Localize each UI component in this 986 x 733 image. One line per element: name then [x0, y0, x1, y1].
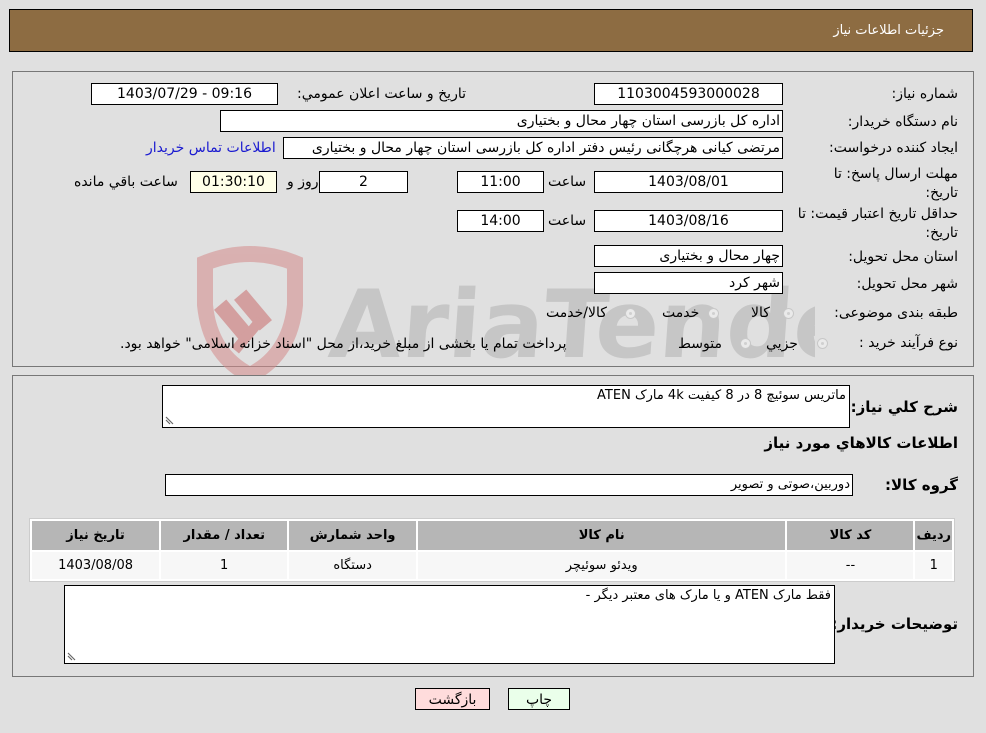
- category-option-goods: کالا: [751, 305, 770, 321]
- resize-grip-icon[interactable]: [67, 652, 76, 661]
- category-label: طبقه بندی موضوعی:: [834, 305, 958, 321]
- col-header-goods-name: نام کالا: [417, 521, 786, 550]
- cell-quantity: 1: [161, 552, 288, 579]
- delivery-city-label: شهر محل تحویل:: [856, 276, 958, 292]
- category-option-goods-service: کالا/خدمت: [546, 305, 607, 321]
- description-text: ماتریس سوئیچ 8 در 8 کیفیت 4k مارک ATEN: [597, 388, 846, 403]
- col-header-need-date: تاریخ نیاز: [32, 521, 160, 550]
- announce-datetime-label: تاریخ و ساعت اعلان عمومي:: [297, 86, 466, 102]
- buyer-notes-label: توضیحات خریدار:: [831, 615, 958, 633]
- reply-deadline-label-text: مهلت ارسال پاسخ: تا تاریخ:: [833, 166, 958, 201]
- goods-section-title: اطلاعات کالاهاي مورد نیاز: [764, 434, 958, 452]
- cell-goods-code: --: [787, 552, 914, 579]
- goods-group-label: گروه کالا:: [885, 476, 958, 494]
- category-radio-goods[interactable]: [783, 308, 794, 319]
- purchase-type-option-medium: متوسط: [678, 336, 722, 352]
- category-radio-goods-service[interactable]: [625, 308, 636, 319]
- table-header-row: ردیف کد کالا نام کالا واحد شمارش تعداد /…: [32, 521, 952, 550]
- price-validity-label: حداقل تاریخ اعتبار قیمت: تا تاریخ:: [783, 205, 958, 243]
- purchase-type-note: پرداخت تمام یا بخشی از مبلغ خرید،از محل …: [120, 336, 567, 352]
- days-label: روز و: [287, 174, 319, 190]
- delivery-city-field: شهر کرد: [594, 272, 783, 294]
- purchase-type-radio-medium[interactable]: [740, 338, 751, 349]
- delivery-province-label: استان محل تحویل:: [848, 249, 958, 265]
- buyer-contact-link[interactable]: اطلاعات تماس خریدار: [146, 140, 276, 156]
- description-textarea[interactable]: ماتریس سوئیچ 8 در 8 کیفیت 4k مارک ATEN: [162, 385, 850, 428]
- announce-datetime-field: 1403/07/29 - 09:16: [91, 83, 278, 105]
- buyer-notes-textarea[interactable]: فقط مارک ATEN و یا مارک های معتبر دیگر -: [64, 585, 835, 664]
- category-radio-service[interactable]: [708, 308, 719, 319]
- page-title: جزئیات اطلاعات نیاز: [833, 23, 944, 38]
- col-header-unit: واحد شمارش: [289, 521, 416, 550]
- reply-deadline-time: 11:00: [457, 171, 544, 193]
- page-header: جزئیات اطلاعات نیاز: [9, 9, 973, 52]
- cell-need-date: 1403/08/08: [32, 552, 160, 579]
- remaining-time-label: ساعت باقي مانده: [74, 174, 178, 190]
- reply-deadline-date: 1403/08/01: [594, 171, 783, 193]
- need-number-field: 1103004593000028: [594, 83, 783, 105]
- table-row: 1 -- ویدئو سوئیچر دستگاه 1 1403/08/08: [32, 552, 952, 579]
- need-number-label: شماره نیاز:: [891, 86, 959, 102]
- purchase-type-option-minor: جزیي: [766, 336, 798, 352]
- reply-deadline-time-label: ساعت: [548, 174, 587, 190]
- purchase-type-radio-minor[interactable]: [817, 338, 828, 349]
- back-button[interactable]: بازگشت: [415, 688, 490, 710]
- delivery-province-field: چهار محال و بختیاری: [594, 245, 783, 267]
- reply-deadline-label: مهلت ارسال پاسخ: تا تاریخ:: [798, 165, 958, 203]
- price-validity-time: 14:00: [457, 210, 544, 232]
- col-header-goods-code: کد کالا: [787, 521, 914, 550]
- goods-table: ردیف کد کالا نام کالا واحد شمارش تعداد /…: [29, 518, 955, 582]
- print-button[interactable]: چاپ: [508, 688, 570, 710]
- col-header-quantity: تعداد / مقدار: [161, 521, 288, 550]
- cell-goods-name: ویدئو سوئیچر: [417, 552, 786, 579]
- description-label: شرح کلي نیاز:: [850, 398, 958, 416]
- remaining-days: 2: [319, 171, 408, 193]
- cell-unit: دستگاه: [289, 552, 416, 579]
- buyer-notes-text: فقط مارک ATEN و یا مارک های معتبر دیگر -: [585, 588, 831, 603]
- buyer-org-field: اداره کل بازرسی استان چهار محال و بختیار…: [220, 110, 783, 132]
- requester-label: ایجاد کننده درخواست:: [829, 140, 958, 156]
- price-validity-date: 1403/08/16: [594, 210, 783, 232]
- cell-row-number: 1: [915, 552, 952, 579]
- buyer-org-label: نام دستگاه خریدار:: [847, 114, 958, 130]
- category-option-service: خدمت: [662, 305, 700, 321]
- price-validity-time-label: ساعت: [548, 213, 587, 229]
- col-header-row-number: ردیف: [915, 521, 952, 550]
- goods-group-field: دوربین،صوتی و تصویر: [165, 474, 853, 496]
- requester-field: مرتضی کیانی هرچگانی رئیس دفتر اداره کل ب…: [283, 137, 783, 159]
- remaining-time: 01:30:10: [190, 171, 277, 193]
- price-validity-label-text: حداقل تاریخ اعتبار قیمت: تا تاریخ:: [797, 206, 958, 241]
- purchase-type-label: نوع فرآیند خرید :: [859, 335, 958, 351]
- resize-grip-icon[interactable]: [165, 416, 174, 425]
